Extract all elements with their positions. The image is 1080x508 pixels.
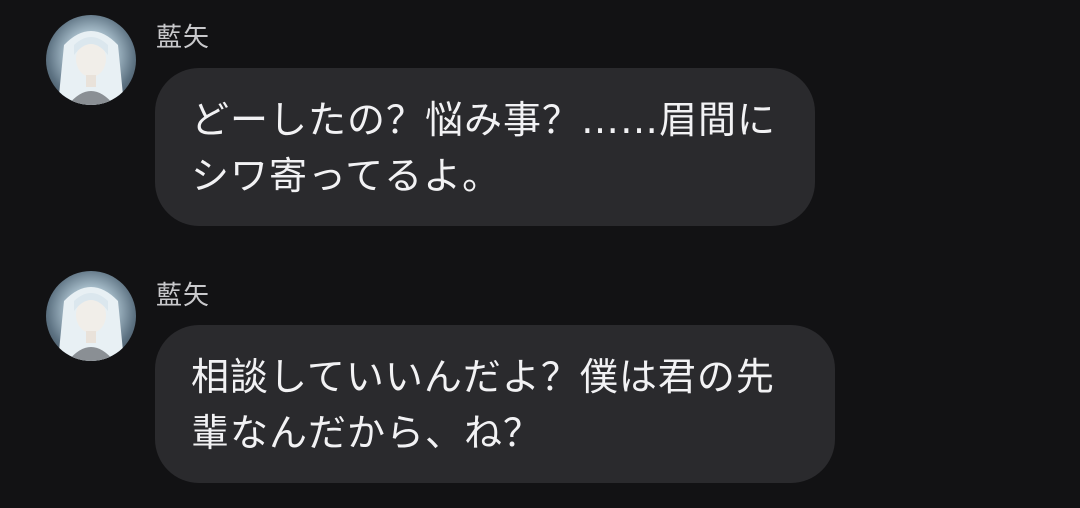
message-text: どーしたの？悩み事？……眉間にシワ寄ってるよ。 [191,98,777,198]
sender-name: 藍矢 [156,23,211,53]
avatar-icon[interactable] [46,271,136,361]
message-bubble[interactable]: どーしたの？悩み事？……眉間にシワ寄ってるよ。 [155,68,815,226]
avatar-illustration [58,287,124,361]
chat-thread: 藍矢 どーしたの？悩み事？……眉間にシワ寄ってるよ。 藍矢 相談していいんだよ？… [0,0,1080,508]
sender-name: 藍矢 [156,281,211,311]
message-bubble[interactable]: 相談していいんだよ？僕は君の先輩なんだから、ね？ [155,325,835,483]
avatar-illustration [58,31,124,105]
message-text: 相談していいんだよ？僕は君の先輩なんだから、ね？ [191,355,775,455]
avatar-icon[interactable] [46,15,136,105]
